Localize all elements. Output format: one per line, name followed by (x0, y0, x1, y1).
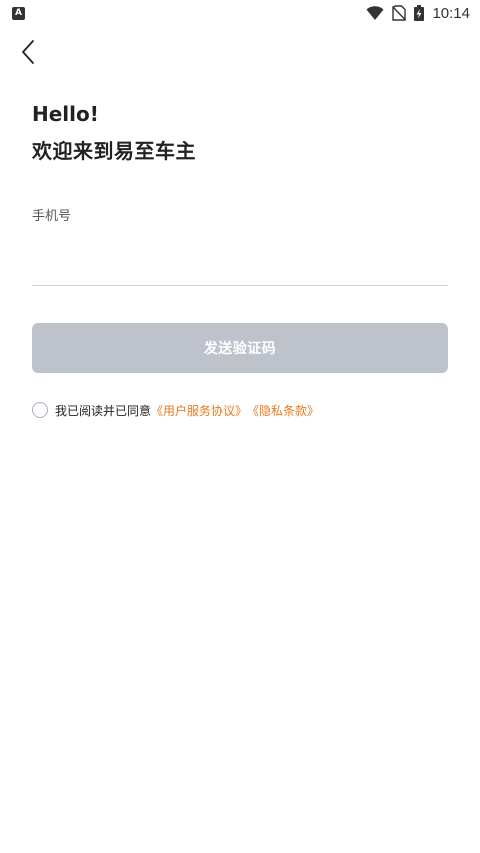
app-notification-icon: A (12, 6, 25, 20)
user-agreement-link[interactable]: 《用户服务协议》 (151, 402, 247, 419)
no-sim-icon (392, 5, 407, 21)
status-right: 10:14 (366, 5, 470, 22)
phone-input[interactable] (32, 240, 448, 286)
chevron-left-icon (22, 40, 34, 64)
wifi-icon (366, 5, 384, 21)
greeting-hello: Hello! (32, 102, 99, 126)
privacy-policy-link[interactable]: 《隐私条款》 (247, 402, 319, 419)
status-bar: A 10:14 (0, 0, 480, 26)
status-time: 10:14 (432, 4, 470, 22)
agree-checkbox[interactable] (32, 402, 48, 418)
back-button[interactable] (14, 38, 42, 66)
phone-label: 手机号 (32, 209, 72, 224)
battery-charging-icon (414, 5, 425, 21)
agreement-text: 我已阅读并已同意 (55, 403, 152, 418)
greeting-welcome: 欢迎来到易至车主 (32, 139, 196, 163)
status-left: A (12, 6, 25, 20)
agreement-row: 我已阅读并已同意 《用户服务协议》 《隐私条款》 (32, 399, 319, 421)
login-screen: A 10:14 Hello! 欢迎来到易至车主 手机号 发送验证码 我已阅读并已… (0, 0, 480, 853)
send-code-button[interactable]: 发送验证码 (32, 323, 448, 373)
